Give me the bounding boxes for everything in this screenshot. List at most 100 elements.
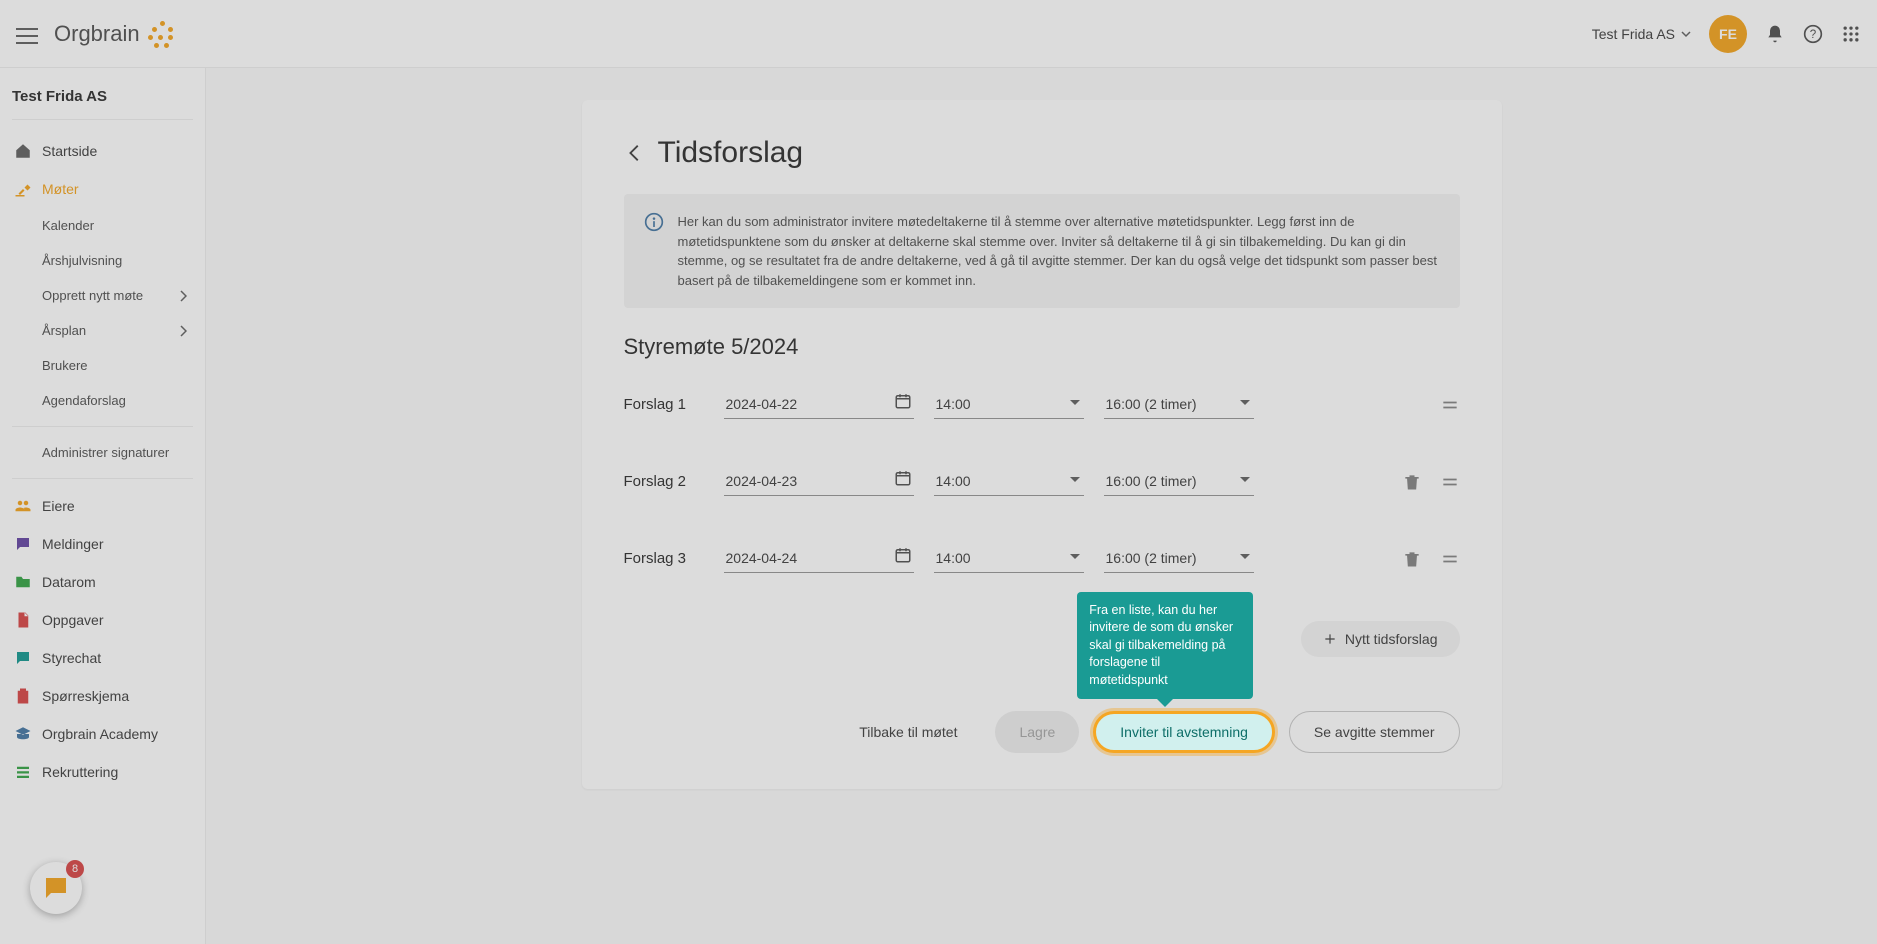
drag-handle-icon[interactable]	[1440, 472, 1460, 492]
sidebar-item-label: Brukere	[42, 358, 88, 373]
info-icon	[644, 212, 664, 232]
info-text: Her kan du som administrator invitere mø…	[678, 212, 1440, 290]
sidebar-item--rshjulvisning[interactable]: Årshjulvisning	[12, 243, 193, 278]
sidebar-item-oppgaver[interactable]: Oppgaver	[12, 601, 193, 639]
help-icon[interactable]: ?	[1803, 24, 1823, 44]
sidebar-item-meldinger[interactable]: Meldinger	[12, 525, 193, 563]
date-input[interactable]	[724, 390, 914, 419]
menu-icon[interactable]	[16, 23, 38, 45]
sidebar-item-label: Startside	[42, 143, 97, 159]
avatar[interactable]: FE	[1709, 15, 1747, 53]
sidebar-item-label: Opprett nytt møte	[42, 288, 143, 303]
org-name: Test Frida AS	[1592, 26, 1675, 42]
proposal-row: Forslag 2 14:00 16:00 (2 timer)	[624, 467, 1460, 496]
duration-value: 16:00 (2 timer)	[1104, 467, 1254, 496]
people-icon	[14, 497, 32, 515]
apps-icon[interactable]	[1841, 24, 1861, 44]
main-content: Tidsforslag Her kan du som administrator…	[206, 68, 1877, 944]
duration-select[interactable]: 16:00 (2 timer)	[1104, 544, 1254, 573]
sidebar-item-label: Spørreskjema	[42, 688, 129, 704]
chevron-down-icon	[1681, 29, 1691, 39]
tooltip-text: Fra en liste, kan du her invitere de som…	[1089, 603, 1233, 687]
sidebar-item-label: Rekruttering	[42, 764, 118, 780]
sidebar-item-rekruttering[interactable]: Rekruttering	[12, 753, 193, 791]
time-value: 14:00	[934, 544, 1084, 573]
chat-icon	[14, 649, 32, 667]
time-select[interactable]: 14:00	[934, 390, 1084, 419]
calendar-icon[interactable]	[894, 469, 912, 487]
list-icon	[14, 763, 32, 781]
proposal-row: Forslag 3 14:00 16:00 (2 timer)	[624, 544, 1460, 573]
calendar-icon[interactable]	[894, 392, 912, 410]
chat-bubble-icon	[41, 873, 71, 903]
chevron-right-icon	[179, 325, 187, 337]
invite-vote-button[interactable]: Inviter til avstemning	[1093, 711, 1275, 753]
duration-select[interactable]: 16:00 (2 timer)	[1104, 390, 1254, 419]
date-field[interactable]	[724, 390, 914, 419]
date-input[interactable]	[724, 544, 914, 573]
drag-handle-icon[interactable]	[1440, 549, 1460, 569]
sidebar-title: Test Frida AS	[12, 88, 193, 120]
date-field[interactable]	[724, 544, 914, 573]
calendar-icon[interactable]	[894, 546, 912, 564]
duration-select[interactable]: 16:00 (2 timer)	[1104, 467, 1254, 496]
sidebar-item-label: Årsplan	[42, 323, 86, 338]
chat-badge: 8	[66, 860, 84, 878]
sidebar-item-label: Oppgaver	[42, 612, 103, 628]
chevron-right-icon	[179, 290, 187, 302]
sidebar-item-label: Meldinger	[42, 536, 103, 552]
academy-icon	[14, 725, 32, 743]
page-title-row: Tidsforslag	[624, 136, 1460, 170]
sidebar-item-brukere[interactable]: Brukere	[12, 348, 193, 383]
trash-icon[interactable]	[1402, 472, 1422, 492]
svg-text:?: ?	[1810, 28, 1817, 41]
card: Tidsforslag Her kan du som administrator…	[582, 100, 1502, 789]
sidebar-item-administrer-signaturer[interactable]: Administrer signaturer	[12, 435, 193, 470]
sidebar-item-sp-rreskjema[interactable]: Spørreskjema	[12, 677, 193, 715]
clipboard-icon	[14, 687, 32, 705]
proposal-row: Forslag 1 14:00 16:00 (2 timer)	[624, 390, 1460, 419]
sidebar-item--rsplan[interactable]: Årsplan	[12, 313, 193, 348]
sidebar-item-eiere[interactable]: Eiere	[12, 487, 193, 525]
trash-icon[interactable]	[1402, 549, 1422, 569]
time-select[interactable]: 14:00	[934, 467, 1084, 496]
add-proposal-button[interactable]: Nytt tidsforslag	[1301, 621, 1460, 657]
sidebar-item-label: Eiere	[42, 498, 75, 514]
home-icon	[14, 142, 32, 160]
sidebar-item-agendaforslag[interactable]: Agendaforslag	[12, 383, 193, 418]
logo: Orgbrain	[54, 17, 180, 51]
date-field[interactable]	[724, 467, 914, 496]
add-proposal-label: Nytt tidsforslag	[1345, 631, 1438, 647]
drag-handle-icon[interactable]	[1440, 395, 1460, 415]
bell-icon[interactable]	[1765, 24, 1785, 44]
bottom-actions: Tilbake til møtet Lagre Inviter til avst…	[624, 711, 1460, 753]
back-arrow-icon[interactable]	[624, 142, 646, 164]
chat-widget[interactable]: 8	[30, 862, 82, 914]
proposal-label: Forslag 2	[624, 473, 704, 490]
date-input[interactable]	[724, 467, 914, 496]
time-value: 14:00	[934, 390, 1084, 419]
org-selector[interactable]: Test Frida AS	[1592, 26, 1691, 42]
time-select[interactable]: 14:00	[934, 544, 1084, 573]
save-button: Lagre	[995, 711, 1079, 753]
sidebar-item-orgbrain-academy[interactable]: Orgbrain Academy	[12, 715, 193, 753]
sidebar-item-label: Agendaforslag	[42, 393, 126, 408]
sidebar-item-datarom[interactable]: Datarom	[12, 563, 193, 601]
message-icon	[14, 535, 32, 553]
sidebar-item-m-ter[interactable]: Møter	[12, 170, 193, 208]
onboarding-tooltip: Fra en liste, kan du her invitere de som…	[1077, 592, 1253, 700]
file-icon	[14, 611, 32, 629]
sidebar-item-kalender[interactable]: Kalender	[12, 208, 193, 243]
top-bar: Orgbrain Test Frida AS FE ?	[0, 0, 1877, 68]
proposal-label: Forslag 3	[624, 550, 704, 567]
sidebar-item-label: Årshjulvisning	[42, 253, 122, 268]
sidebar-item-opprett-nytt-m-te[interactable]: Opprett nytt møte	[12, 278, 193, 313]
gavel-icon	[14, 180, 32, 198]
see-votes-button[interactable]: Se avgitte stemmer	[1289, 711, 1460, 753]
back-to-meeting-button[interactable]: Tilbake til møtet	[835, 711, 981, 753]
proposal-label: Forslag 1	[624, 396, 704, 413]
sidebar-item-styrechat[interactable]: Styrechat	[12, 639, 193, 677]
time-value: 14:00	[934, 467, 1084, 496]
sidebar: Test Frida AS Startside MøterKalender Årsh…	[0, 68, 206, 944]
sidebar-item-startside[interactable]: Startside	[12, 132, 193, 170]
